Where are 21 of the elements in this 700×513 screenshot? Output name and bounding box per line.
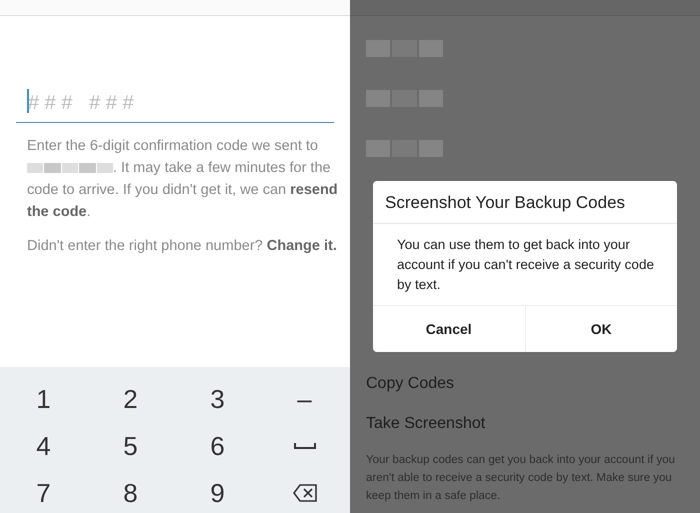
footer-text: Your backup codes can get you back into your account if you aren't able to receive a security code by text. Make sure you keep them in a safe place. <box>366 453 676 504</box>
keypad-key[interactable]: 5 <box>100 424 160 468</box>
help-text: Enter the 6-digit confirmation code we sent to . It may take a few minutes for the code to arrive. If you didn't get it, we can resend the code. <box>27 137 338 222</box>
keypad-key[interactable]: 2 <box>100 377 160 421</box>
keypad-key[interactable]: 8 <box>100 471 160 513</box>
backspace-icon <box>292 484 316 502</box>
keypad-key[interactable]: 7 <box>14 471 74 513</box>
keypad-key[interactable]: 6 <box>188 424 248 468</box>
space-icon <box>294 442 316 450</box>
text-cursor <box>27 89 29 113</box>
dialog-title: Screenshot Your Backup Codes <box>373 181 677 224</box>
phone-prompt: Didn't enter the right phone number? Change it. <box>27 237 338 256</box>
code-field[interactable]: # # # # # # <box>16 84 334 123</box>
dialog-button[interactable]: OK <box>524 306 677 352</box>
keypad-key[interactable]: 3 <box>188 377 248 421</box>
dialog-message: You can use them to get back into your account if you can't receive a security code by text. <box>373 224 677 306</box>
dialog-button[interactable]: Cancel <box>373 306 524 352</box>
keypad-key[interactable]: 9 <box>188 471 248 513</box>
keypad-key[interactable]: 1 <box>14 377 74 421</box>
keypad-key[interactable]: 4 <box>14 424 74 468</box>
keypad-key[interactable]: – <box>274 377 334 421</box>
